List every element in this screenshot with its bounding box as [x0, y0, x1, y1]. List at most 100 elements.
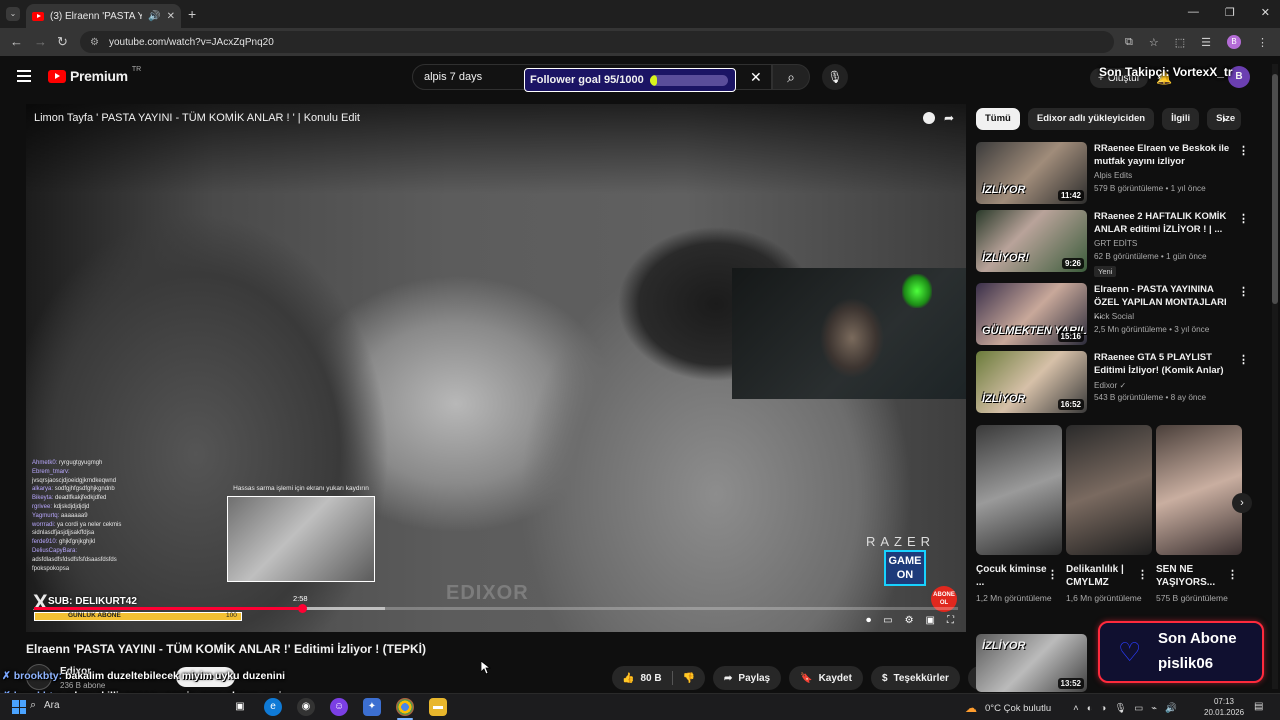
short-title[interactable]: Çocuk kiminse ... [976, 563, 1048, 589]
recommendation-channel[interactable]: GRT EDİTS [1094, 239, 1137, 248]
search-button[interactable]: ⌕ [772, 64, 810, 90]
recommendation-title[interactable]: RRaenee Elraen ve Beskok ile mutfak yayı… [1094, 142, 1234, 168]
short-thumbnail[interactable] [976, 425, 1062, 555]
player-share-icon[interactable]: ➦ [944, 111, 954, 125]
site-info-icon[interactable]: ⚙ [90, 37, 99, 48]
settings-gear-icon[interactable]: ⚙ [905, 615, 914, 626]
notification-center-icon[interactable]: ▤ [1254, 701, 1263, 712]
recommendation-title[interactable]: RRaenee GTA 5 PLAYLIST Editimi İzliyor! … [1094, 351, 1234, 377]
short-item[interactable]: Delikanlılık | CMYLMZ 1,6 Mn görüntüleme… [1066, 425, 1152, 605]
thanks-button[interactable]: $ Teşekkürler [870, 666, 960, 690]
seek-bar[interactable] [34, 604, 958, 613]
recommendation-channel[interactable]: Alpis Edits [1094, 171, 1132, 180]
edge-icon[interactable]: e [264, 698, 282, 716]
chip-related[interactable]: İlgili [1162, 108, 1200, 130]
discord-icon[interactable]: ☺ [330, 698, 348, 716]
bookmark-star-icon[interactable]: ☆ [1149, 36, 1159, 49]
shorts-next-icon[interactable]: › [1232, 493, 1252, 513]
recommendation-thumbnail[interactable]: İZLİYOR 13:52 [976, 634, 1087, 692]
install-app-icon[interactable]: ⧉ [1125, 36, 1133, 49]
recommendation-item[interactable]: İZLİYOR 11:42 RRaenee Elraen ve Beskok ile… [976, 142, 1249, 206]
network-icon[interactable]: ⌁ [1151, 703, 1157, 714]
short-thumbnail[interactable] [1156, 425, 1242, 555]
recommendation-kebab-icon[interactable]: ⋮ [1238, 353, 1249, 366]
recommendation-item[interactable]: İZLİYOR 16:52 RRaenee GTA 5 PLAYLIST Editi… [976, 351, 1249, 415]
short-item[interactable]: Çocuk kiminse ... 1,2 Mn görüntüleme ⋮ [976, 425, 1062, 605]
reload-icon[interactable]: ↻ [57, 34, 68, 50]
short-thumbnail[interactable] [1066, 425, 1152, 555]
save-button[interactable]: 🔖 Kaydet [789, 666, 863, 690]
minimize-button[interactable]: — [1188, 6, 1199, 19]
recommendation-channel[interactable]: Edixor ✓ [1094, 380, 1126, 390]
chip-all[interactable]: Tümü [976, 108, 1020, 130]
taskbar-search-label[interactable]: Ara [44, 700, 60, 711]
profile-avatar[interactable]: B [1227, 35, 1241, 49]
recommendation-thumbnail[interactable]: GÜLMEKTEN YARIL 15:16 [976, 283, 1087, 345]
video-player[interactable]: Limon Tayfa ' PASTA YAYINI - TÜM KOMİK A… [26, 104, 966, 632]
reading-list-icon[interactable]: ☰ [1201, 36, 1211, 49]
extensions-icon[interactable]: ⬚ [1175, 36, 1185, 49]
new-tab-button[interactable]: + [188, 6, 196, 22]
recommendation-kebab-icon[interactable]: ⋮ [1238, 212, 1249, 225]
recommendation-kebab-icon[interactable]: ⋮ [1238, 285, 1249, 298]
watch-later-icon[interactable] [923, 112, 935, 124]
subtitles-icon[interactable]: ▭ [883, 615, 892, 626]
address-bar[interactable]: ⚙ youtube.com/watch?v=JAcxZqPnq20 [80, 31, 1114, 53]
forward-arrow-icon[interactable]: → [34, 34, 47, 49]
volume-icon[interactable]: 🔊 [1165, 703, 1177, 714]
chip-from-uploader[interactable]: Edixor adlı yükleyiciden [1027, 108, 1155, 130]
task-view-icon[interactable]: ▣ [231, 698, 249, 716]
tray-chevron-icon[interactable]: ˄ [1073, 703, 1079, 714]
scrollbar-thumb[interactable] [1272, 74, 1278, 304]
tray-app-icon[interactable]: ◑ [1100, 703, 1106, 714]
short-kebab-icon[interactable]: ⋮ [1137, 568, 1148, 581]
like-button[interactable]: 👍 80 B [612, 666, 672, 690]
chips-next-icon[interactable]: › [1222, 111, 1226, 126]
dislike-button[interactable]: 👎 [673, 666, 705, 690]
recommendation-channel[interactable]: Kick Social [1094, 312, 1134, 321]
short-title[interactable]: Delikanlılık | CMYLMZ [1066, 563, 1138, 589]
audio-playing-icon[interactable]: 🔊 [148, 11, 160, 22]
browser-tab[interactable]: (3) Elraenn 'PASTA YAYINI - 🔊 ✕ [26, 4, 181, 28]
short-kebab-icon[interactable]: ⋮ [1227, 568, 1238, 581]
autoplay-toggle-icon[interactable]: ⏺ [866, 615, 871, 626]
chrome-icon[interactable] [396, 698, 414, 716]
taskbar-clock[interactable]: 07:13 20.01.2026 [1204, 696, 1244, 718]
back-arrow-icon[interactable]: ← [10, 34, 23, 49]
tray-app-icon[interactable]: ◐ [1087, 703, 1093, 714]
recommendation-item[interactable]: GÜLMEKTEN YARIL 15:16 Elraenn - PASTA YAYI… [976, 283, 1249, 347]
battery-icon[interactable]: ▭ [1134, 703, 1143, 714]
weather-text[interactable]: 0°C Çok bulutlu [985, 703, 1051, 714]
browser-menu-icon[interactable]: ⋮ [1257, 36, 1268, 49]
player-title[interactable]: Limon Tayfa ' PASTA YAYINI - TÜM KOMİK A… [34, 112, 360, 124]
weather-icon[interactable]: ☁ [965, 701, 977, 715]
youtube-premium-logo[interactable]: Premium TR [48, 66, 141, 84]
fullscreen-icon[interactable]: ⛶ [947, 615, 954, 626]
page-scrollbar[interactable] [1272, 64, 1278, 689]
recommendation-title[interactable]: RRaenee 2 HAFTALIK KOMİK ANLAR editimi İ… [1094, 210, 1234, 236]
share-button[interactable]: ➦ Paylaş [713, 666, 782, 690]
short-item[interactable]: SEN NE YAŞIYORS... 575 B görüntüleme ⋮ [1156, 425, 1242, 605]
windows-start-icon[interactable] [12, 700, 26, 714]
app-icon[interactable]: ✦ [363, 698, 381, 716]
tab-search-icon[interactable]: ⌄ [6, 7, 20, 21]
recommendation-thumbnail[interactable]: İZLİYOR! 9:26 [976, 210, 1087, 272]
tab-close-icon[interactable]: ✕ [167, 11, 175, 22]
obs-icon[interactable]: ◉ [297, 698, 315, 716]
voice-search-button[interactable]: 🎙 [822, 64, 848, 90]
seek-bar-handle[interactable] [297, 604, 307, 613]
miniplayer-icon[interactable]: ▣ [926, 615, 935, 626]
clear-search-icon[interactable]: ✕ [750, 69, 762, 86]
recommendation-kebab-icon[interactable]: ⋮ [1238, 144, 1249, 157]
microphone-icon[interactable]: 🎙 [1114, 703, 1126, 714]
short-title[interactable]: SEN NE YAŞIYORS... [1156, 563, 1228, 589]
search-icon[interactable]: ⌕ [30, 699, 36, 712]
recommendation-thumbnail[interactable]: İZLİYOR 11:42 [976, 142, 1087, 204]
menu-icon[interactable] [17, 70, 31, 82]
maximize-button[interactable]: ❐ [1225, 6, 1235, 19]
close-window-button[interactable]: ✕ [1261, 6, 1270, 19]
short-kebab-icon[interactable]: ⋮ [1047, 568, 1058, 581]
file-explorer-icon[interactable]: ▬ [429, 698, 447, 716]
recommendation-thumbnail[interactable]: İZLİYOR 16:52 [976, 351, 1087, 413]
recommendation-item[interactable]: İZLİYOR! 9:26 RRaenee 2 HAFTALIK KOMİK ANL… [976, 210, 1249, 277]
